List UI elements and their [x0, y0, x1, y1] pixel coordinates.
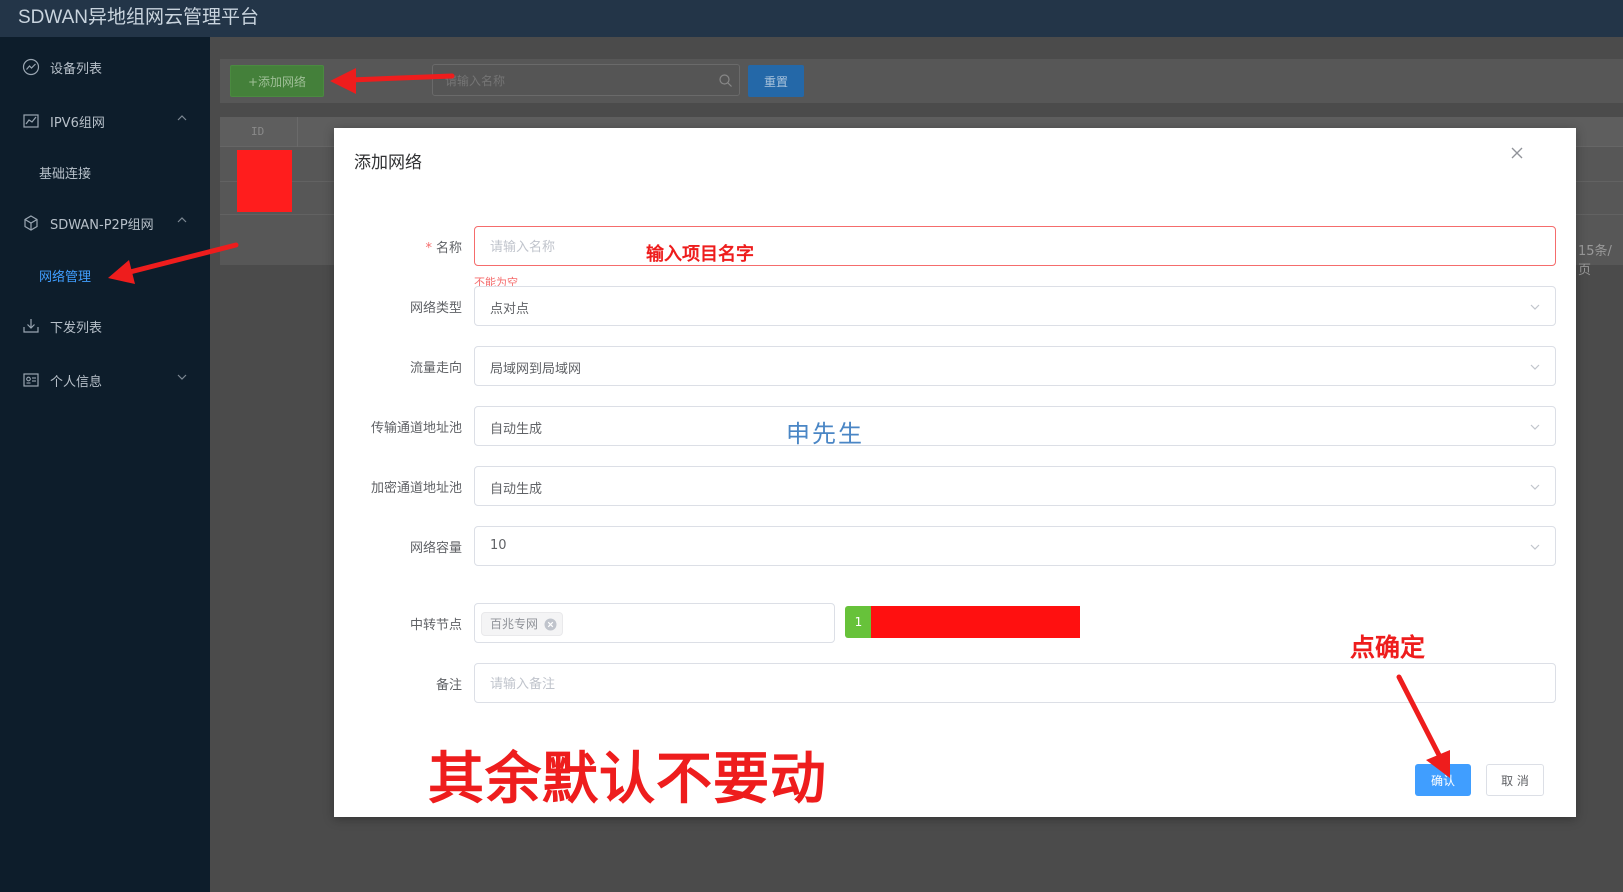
required-asterisk: * — [425, 241, 432, 256]
add-network-dialog: 添加网络 *名称 不能为空 网络类型 点对点 流量走向 局域网到局域网 传输通道… — [334, 128, 1576, 817]
sidebar-item-label: 基础连接 — [39, 167, 92, 182]
sidebar-item-label: 个人信息 — [50, 375, 103, 390]
network-cube-icon — [24, 215, 38, 231]
network-type-select[interactable]: 点对点 — [474, 286, 1556, 326]
sidebar-item-sdwan-p2p[interactable]: SDWAN-P2P组网 — [0, 208, 210, 238]
remark-label: 备注 — [435, 678, 462, 693]
dialog-title: 添加网络 — [354, 153, 422, 173]
network-type-label: 网络类型 — [409, 301, 462, 316]
toolbar: +添加网络 重置 — [220, 59, 1623, 103]
redacted-id-cell — [237, 150, 292, 212]
page-size-select[interactable]: 15条/页 — [1578, 240, 1623, 278]
chevron-down-icon — [1530, 544, 1540, 550]
sidebar-item-ipv6[interactable]: IPV6组网 — [0, 106, 210, 136]
relay-node-label: 中转节点 — [409, 618, 462, 633]
chevron-up-icon — [177, 115, 187, 121]
sidebar-item-device-list[interactable]: 设备列表 — [0, 52, 210, 82]
name-label: * 名称 — [425, 241, 462, 256]
chevron-down-icon — [1530, 424, 1540, 430]
traffic-direction-select[interactable]: 局域网到局域网 — [474, 346, 1556, 386]
sidebar-item-profile[interactable]: 个人信息 — [0, 365, 210, 395]
chevron-down-icon — [1530, 364, 1540, 370]
chart-area-icon — [23, 114, 39, 128]
chevron-up-icon — [177, 217, 187, 223]
add-network-button[interactable]: +添加网络 — [230, 65, 324, 97]
capacity-label: 网络容量 — [409, 541, 462, 556]
tag-close-icon[interactable] — [544, 618, 557, 631]
app-title: SDWAN异地组网云管理平台 — [18, 7, 260, 28]
chevron-down-icon — [1530, 304, 1540, 310]
sidebar-item-label: IPV6组网 — [50, 116, 105, 131]
annotation-keep-defaults: 其余默认不要动 — [428, 747, 827, 812]
top-bar: SDWAN异地组网云管理平台 — [0, 0, 1623, 37]
sidebar-item-network-management[interactable]: 网络管理 — [0, 260, 210, 290]
transport-pool-label: 传输通道地址池 — [370, 421, 462, 436]
search-icon[interactable] — [718, 73, 733, 88]
transport-pool-value: 自动生成 — [490, 422, 543, 437]
sidebar-item-label: 下发列表 — [50, 321, 103, 336]
id-card-icon — [23, 373, 39, 387]
sidebar-item-basic-connection[interactable]: 基础连接 — [0, 157, 210, 187]
remark-field — [474, 663, 1556, 703]
chart-line-icon — [22, 58, 40, 76]
annotation-name-hint: 输入项目名字 — [646, 244, 754, 265]
network-type-value: 点对点 — [490, 302, 530, 317]
name-input[interactable] — [490, 238, 1390, 256]
sidebar-item-label: 设备列表 — [50, 62, 103, 77]
search-input[interactable] — [445, 72, 705, 90]
sidebar-item-label: 网络管理 — [39, 270, 92, 285]
relay-tag: 百兆专网 — [481, 612, 564, 636]
chevron-down-icon — [177, 374, 187, 380]
close-icon[interactable] — [1510, 146, 1524, 160]
traffic-direction-value: 局域网到局域网 — [490, 362, 582, 377]
encrypted-pool-label: 加密通道地址池 — [370, 481, 462, 496]
column-header-id: ID — [251, 125, 265, 138]
transport-pool-select[interactable]: 自动生成 — [474, 406, 1556, 446]
confirm-button[interactable]: 确认 — [1415, 764, 1471, 796]
reset-button[interactable]: 重置 — [748, 65, 804, 97]
watermark-text: 申先生 — [786, 420, 864, 448]
chevron-down-icon — [1530, 484, 1540, 490]
name-field — [474, 226, 1556, 266]
traffic-direction-label: 流量走向 — [409, 361, 462, 376]
relay-count-badge: 1 — [845, 606, 872, 638]
sidebar-item-label: SDWAN-P2P组网 — [50, 218, 154, 233]
search-box — [432, 64, 740, 96]
sidebar-item-dispatch-list[interactable]: 下发列表 — [0, 311, 210, 341]
sidebar: 设备列表 IPV6组网 基础连接 SDWAN-P2P组网 网络管理 下发列表 个… — [0, 37, 210, 892]
cancel-button[interactable]: 取 消 — [1486, 764, 1544, 796]
encrypted-pool-select[interactable]: 自动生成 — [474, 466, 1556, 506]
relay-node-select[interactable]: 百兆专网 — [474, 603, 835, 643]
column-divider — [297, 117, 298, 147]
annotation-click-confirm: 点确定 — [1350, 633, 1426, 662]
download-icon — [23, 319, 39, 333]
remark-input[interactable] — [490, 675, 1390, 693]
capacity-select[interactable]: 10 — [474, 526, 1556, 566]
capacity-value: 10 — [490, 538, 507, 553]
redacted-relay-info — [871, 606, 1080, 638]
encrypted-pool-value: 自动生成 — [490, 482, 543, 497]
